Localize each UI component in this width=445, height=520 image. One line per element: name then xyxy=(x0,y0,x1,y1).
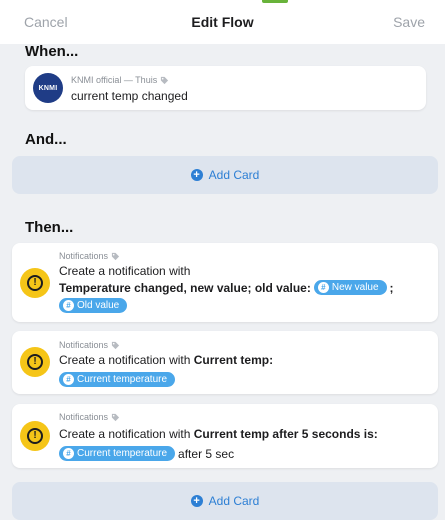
action-text-line-1: Create a notification with Current temp: xyxy=(59,353,274,367)
tag-icon xyxy=(111,341,120,349)
add-card-label: Add Card xyxy=(208,494,260,508)
action-category: Notifications xyxy=(59,412,120,422)
action-text-line-1: Create a notification with Current temp … xyxy=(59,427,378,441)
action-text-line-2: # Current temperature xyxy=(59,372,178,387)
token-old-value[interactable]: # Old value xyxy=(59,298,128,313)
notification-icon: ! xyxy=(20,421,50,451)
trigger-text: current temp changed xyxy=(71,89,188,103)
notification-icon: ! xyxy=(20,268,50,298)
tag-icon xyxy=(111,252,120,260)
then-heading: Then... xyxy=(25,219,74,236)
token-current-temperature[interactable]: # Current temperature xyxy=(59,372,176,387)
token-current-temperature[interactable]: # Current temperature xyxy=(59,446,176,461)
tag-icon xyxy=(111,413,120,421)
action-text-line-1: Create a notification with xyxy=(59,264,191,278)
action-category: Notifications xyxy=(59,251,120,261)
when-heading: When... xyxy=(25,43,79,60)
add-action-card-button[interactable]: + Add Card xyxy=(12,482,438,520)
cancel-button[interactable]: Cancel xyxy=(24,14,68,30)
hash-icon: # xyxy=(63,374,74,385)
plus-icon: + xyxy=(190,495,203,507)
trigger-source: KNMI official — Thuis xyxy=(71,75,169,85)
action-text-line-2: # Current temperature after 5 sec xyxy=(59,446,234,461)
hash-icon: # xyxy=(317,282,329,293)
when-trigger-card[interactable]: KNMI KNMI official — Thuis current temp … xyxy=(25,66,426,110)
add-condition-card-button[interactable]: + Add Card xyxy=(12,156,438,194)
plus-icon: + xyxy=(190,169,203,181)
then-action-card-1[interactable]: ! Notifications Create a notification wi… xyxy=(12,243,438,322)
then-action-card-2[interactable]: ! Notifications Create a notification wi… xyxy=(12,331,438,394)
notification-icon: ! xyxy=(20,347,50,377)
status-indicator xyxy=(262,0,288,3)
tag-icon xyxy=(161,76,169,84)
hash-icon: # xyxy=(63,300,74,311)
token-new-value[interactable]: # New value xyxy=(313,280,387,295)
add-card-label: Add Card xyxy=(208,168,260,182)
header-bar: Cancel Edit Flow Save xyxy=(0,0,445,44)
action-category: Notifications xyxy=(59,340,120,350)
hash-icon: # xyxy=(63,448,74,459)
action-text-line-2: Temperature changed, new value; old valu… xyxy=(59,280,394,295)
then-action-card-3[interactable]: ! Notifications Create a notification wi… xyxy=(12,404,438,468)
save-button[interactable]: Save xyxy=(393,14,425,30)
knmi-logo-icon: KNMI xyxy=(33,73,63,103)
and-heading: And... xyxy=(25,131,67,148)
action-text-line-3: # Old value xyxy=(59,298,130,313)
